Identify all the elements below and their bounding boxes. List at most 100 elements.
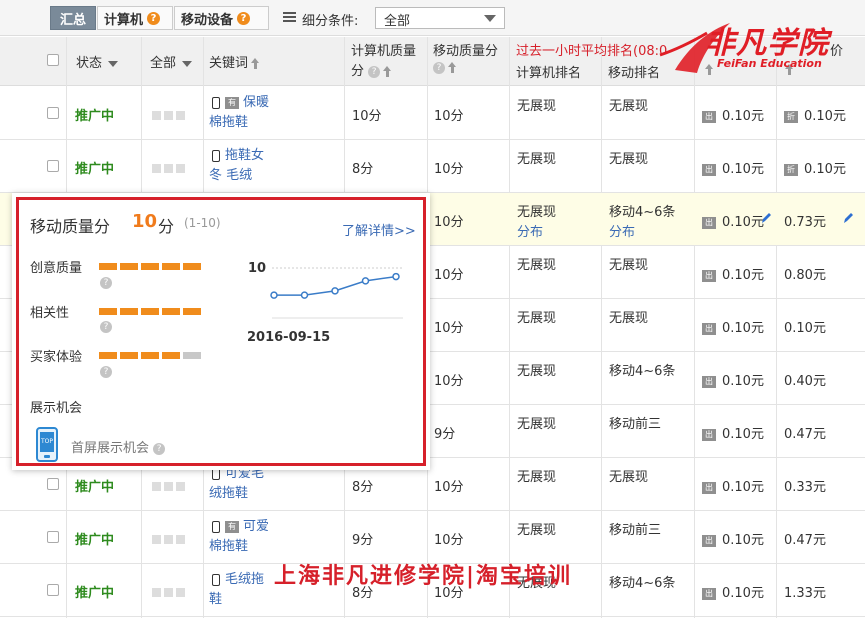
keyword-link[interactable]: 有可爱 <box>212 518 269 536</box>
help-icon[interactable]: ? <box>368 65 381 78</box>
help-icon[interactable]: ? <box>100 366 112 378</box>
learn-more-link[interactable]: 了解详情>> <box>342 220 416 239</box>
mobile-quality-score: 10分 <box>434 215 464 230</box>
help-icon[interactable]: ? <box>100 321 112 333</box>
help-icon[interactable]: ? <box>153 442 166 455</box>
row-checkbox[interactable] <box>47 584 59 596</box>
edit-pencil-icon[interactable] <box>760 211 772 225</box>
pc-bid[interactable]: 出 0.10元 <box>702 264 764 283</box>
mobile-rank-distribution-link[interactable]: 分布 <box>609 221 635 240</box>
tab-computer-label: 计算机 <box>104 12 144 28</box>
mobile-bid[interactable]: 0.73元 <box>784 211 826 230</box>
chart-data-point[interactable] <box>300 291 309 299</box>
tab-summary-label: 汇总 <box>59 12 86 28</box>
mobile-icon <box>212 149 220 162</box>
mobile-bid[interactable]: 折 0.10元 <box>784 105 846 124</box>
metric-bars-relevance <box>99 308 201 315</box>
keyword-link-line2[interactable]: 冬 毛绒 <box>209 167 252 185</box>
pc-bid[interactable]: 出 0.10元 <box>702 158 764 177</box>
placeholder-icons <box>152 480 188 495</box>
popup-title: 移动质量分 <box>30 217 111 236</box>
help-icon[interactable]: ? <box>100 277 112 289</box>
mobile-icon <box>212 573 220 586</box>
mobile-quality-score: 10分 <box>434 109 464 124</box>
discount-icon: 折 <box>784 163 798 176</box>
keyword-link[interactable]: 有保暖 <box>212 94 269 112</box>
keyword-link-line2[interactable]: 绒拖鞋 <box>209 485 248 503</box>
keyword-header[interactable]: 关键词 <box>209 52 260 71</box>
help-icon[interactable]: ? <box>237 11 251 25</box>
mobile-icon <box>212 520 220 533</box>
tab-mobile[interactable]: 移动设备? <box>174 6 269 30</box>
mobile-bid[interactable]: 0.47元 <box>784 529 826 548</box>
first-screen-label: 首屏展示机会 ? <box>71 437 166 456</box>
mobile-quality-header[interactable]: 移动质量分 <box>433 40 498 59</box>
pc-rank: 无展现 <box>517 258 557 273</box>
mobile-rank: 移动4~6条 <box>609 576 676 591</box>
row-checkbox[interactable] <box>47 107 59 119</box>
pc-bid[interactable]: 出 0.10元 <box>702 370 764 389</box>
pc-bid[interactable]: 出 0.10元 <box>702 105 764 124</box>
tag-icon: 有 <box>225 520 239 533</box>
mobile-rank: 无展现 <box>609 470 649 485</box>
chart-data-point[interactable] <box>392 272 400 281</box>
bid-icon: 出 <box>702 428 716 441</box>
status-text: 推广中 <box>75 480 115 495</box>
mobile-bid[interactable]: 0.10元 <box>784 317 826 336</box>
mobile-bid[interactable]: 0.80元 <box>784 264 826 283</box>
mobile-bid[interactable]: 0.33元 <box>784 476 826 495</box>
mobile-quality-sort[interactable]: ? <box>433 60 457 75</box>
mobile-quality-score: 10分 <box>434 268 464 283</box>
brand-subtitle: FeiFan Education <box>717 57 822 70</box>
keyword-link[interactable]: 拖鞋女 <box>212 147 264 165</box>
mobile-rank: 无展现 <box>609 99 649 114</box>
keyword-link-line2[interactable]: 棉拖鞋 <box>209 114 248 132</box>
pc-rank: 无展现 <box>517 417 557 432</box>
pc-quality-header[interactable]: 计算机质量 <box>351 40 416 59</box>
pc-bid[interactable]: 出 0.10元 <box>702 211 764 230</box>
keyword-link-line2[interactable]: 鞋 <box>209 591 222 609</box>
row-checkbox[interactable] <box>47 478 59 490</box>
mobile-bid[interactable]: 0.40元 <box>784 370 826 389</box>
pc-bid[interactable]: 出 0.10元 <box>702 476 764 495</box>
row-checkbox[interactable] <box>47 160 59 172</box>
pc-bid[interactable]: 出 0.10元 <box>702 317 764 336</box>
pc-quality-header-line2[interactable]: 分 ? <box>351 60 392 79</box>
mobile-bid[interactable]: 1.33元 <box>784 582 826 601</box>
status-header[interactable]: 状态 <box>76 52 119 71</box>
bid-icon: 出 <box>702 481 716 494</box>
mobile-bid[interactable]: 0.47元 <box>784 423 826 442</box>
pc-bid[interactable]: 出 0.10元 <box>702 423 764 442</box>
pc-rank: 无展现 <box>517 523 557 538</box>
edit-pencil-icon[interactable] <box>842 211 854 225</box>
row-checkbox[interactable] <box>47 531 59 543</box>
filter-select[interactable]: 全部 <box>375 7 505 29</box>
chart-data-point[interactable] <box>270 291 278 299</box>
tab-summary[interactable]: 汇总 <box>50 6 96 30</box>
mobile-bid[interactable]: 折 0.10元 <box>784 158 846 177</box>
exposure-label: 展示机会 <box>30 401 83 416</box>
table-row[interactable]: 推广中 有保暖 棉拖鞋 10分 10分 无展现 无展现 出 0.10元 折 0.10元 <box>0 87 865 140</box>
discount-icon: 折 <box>784 110 798 123</box>
tab-computer[interactable]: 计算机? <box>97 6 173 30</box>
help-icon[interactable]: ? <box>433 61 445 74</box>
mobile-rank: 无展现 <box>609 311 649 326</box>
pc-bid[interactable]: 出 0.10元 <box>702 582 764 601</box>
mobile-quality-score: 10分 <box>434 480 464 495</box>
sort-icon <box>448 62 457 73</box>
status-filter-header[interactable]: 全部 <box>150 52 193 71</box>
mobile-icon <box>212 96 220 109</box>
table-row[interactable]: 推广中 拖鞋女冬 毛绒 8分 10分 无展现 无展现 出 0.10元 折 0.10元 <box>0 140 865 193</box>
pc-rank-distribution-link[interactable]: 分布 <box>517 221 543 240</box>
pc-bid[interactable]: 出 0.10元 <box>702 529 764 548</box>
help-icon[interactable]: ? <box>147 11 161 25</box>
chart-data-point[interactable] <box>361 277 370 285</box>
table-row[interactable]: 推广中 有可爱 棉拖鞋 9分 10分 无展现 移动前三 出 0.10元 0.47元 <box>0 511 865 564</box>
mobile-rank: 移动前三 <box>609 523 662 538</box>
pc-quality-score: 8分 <box>352 480 374 495</box>
keyword-link[interactable]: 毛绒拖 <box>212 571 264 589</box>
chart-data-point[interactable] <box>331 287 339 295</box>
tab-mobile-label: 移动设备 <box>181 12 234 28</box>
keyword-link-line2[interactable]: 棉拖鞋 <box>209 538 248 556</box>
select-all-checkbox[interactable] <box>47 54 59 66</box>
